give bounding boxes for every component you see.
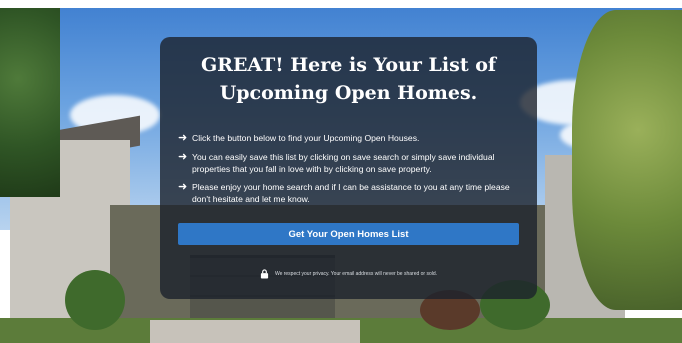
driveway: [150, 320, 360, 343]
open-homes-card: GREAT! Here is Your List of Upcoming Ope…: [160, 37, 537, 299]
bullet-text: Please enjoy your home search and if I c…: [192, 182, 510, 204]
lock-icon: [260, 269, 269, 279]
headline: GREAT! Here is Your List of Upcoming Ope…: [160, 51, 537, 107]
list-item: ➜ You can easily save this list by click…: [178, 151, 523, 175]
arrow-right-icon: ➜: [178, 132, 188, 144]
privacy-text: We respect your privacy. Your email addr…: [274, 271, 438, 277]
tree-right: [572, 10, 682, 310]
top-margin: [0, 0, 682, 8]
tree-left: [0, 0, 60, 197]
privacy-notice: We respect your privacy. Your email addr…: [160, 269, 537, 279]
arrow-right-icon: ➜: [178, 181, 188, 193]
headline-line-1: GREAT! Here is Your List of: [200, 54, 497, 76]
bullet-text: Click the button below to find your Upco…: [192, 133, 420, 143]
arrow-right-icon: ➜: [178, 151, 188, 163]
list-item: ➜ Click the button below to find your Up…: [178, 132, 523, 145]
list-item: ➜ Please enjoy your home search and if I…: [178, 181, 523, 205]
get-open-homes-button[interactable]: Get Your Open Homes List: [178, 223, 519, 245]
headline-line-2: Upcoming Open Homes.: [219, 82, 478, 104]
bullet-text: You can easily save this list by clickin…: [192, 152, 495, 174]
bullet-list: ➜ Click the button below to find your Up…: [178, 132, 523, 211]
shrub: [65, 270, 125, 330]
